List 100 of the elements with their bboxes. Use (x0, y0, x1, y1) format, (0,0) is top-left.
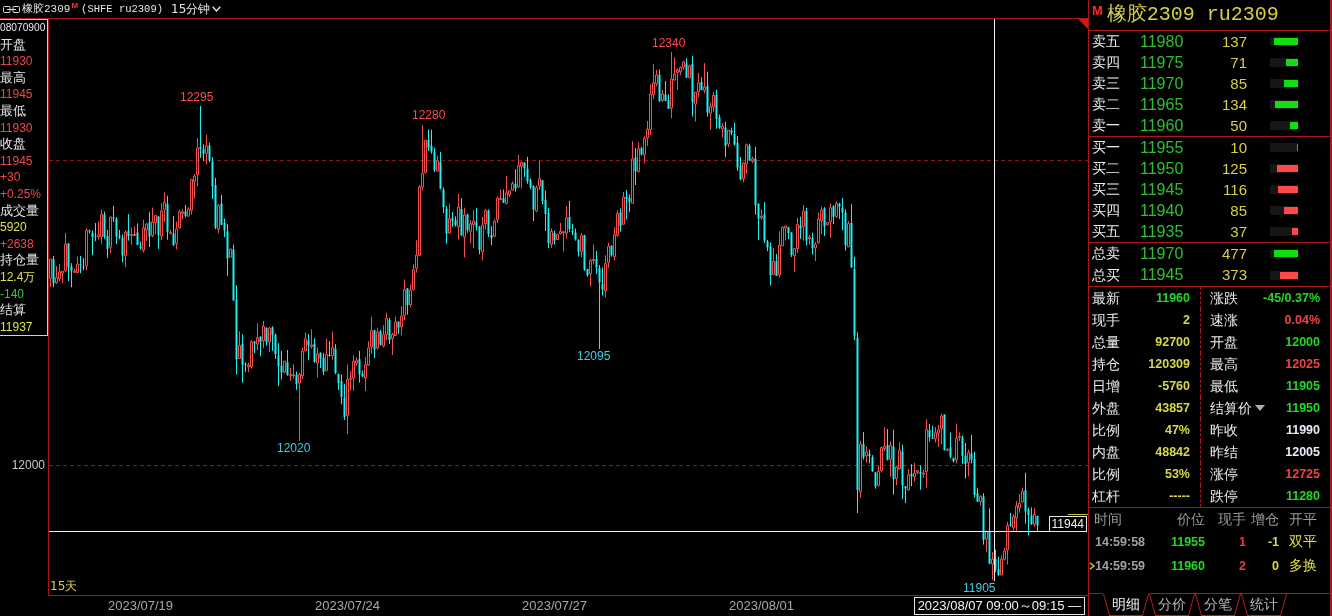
trade-time: 14:59:59 (1095, 559, 1146, 573)
stat-value: 120309 (1148, 356, 1190, 372)
date-label: 2023/07/27 (522, 598, 589, 614)
order-label: 买一 (1092, 139, 1120, 156)
order-price: 11950 (1140, 159, 1184, 178)
stat-label: 总量 (1092, 333, 1120, 351)
order-label: 卖四 (1092, 54, 1120, 71)
bar-time: 08070900 (0, 21, 46, 35)
stat-label: 结算价 (1210, 399, 1252, 417)
stat-label: 内盘 (1092, 443, 1120, 461)
order-price: 11975 (1140, 53, 1184, 72)
caret-down-icon[interactable] (1255, 405, 1265, 411)
trade-oi-change: -1 (1267, 535, 1279, 549)
trade-price: 11960 (1170, 559, 1205, 573)
order-label: 买二 (1092, 160, 1120, 177)
order-label: 总卖 (1092, 245, 1120, 263)
order-volume: 373 (1221, 266, 1247, 285)
column-header: 增仓 (1251, 510, 1279, 528)
stat-value: 12000 (1285, 334, 1320, 350)
order-volume: 50 (1230, 116, 1247, 135)
stat-value: 53% (1164, 466, 1190, 482)
order-label: 卖一 (1092, 117, 1120, 134)
info-label: 最低 (0, 102, 26, 120)
stat-label: 涨停 (1210, 465, 1238, 483)
period-dropdown[interactable]: 15分钟 (171, 2, 222, 16)
stat-label: 开盘 (1210, 333, 1238, 351)
info-value: -140 (0, 285, 25, 303)
order-volume: 71 (1230, 53, 1247, 72)
time-tag: 2023/08/07 09:00～09:15 — (913, 597, 1085, 615)
stat-value: 12005 (1285, 444, 1320, 460)
order-volume: 10 (1230, 138, 1247, 157)
stat-label: 跌停 (1210, 487, 1238, 505)
order-price: 11980 (1140, 32, 1184, 51)
stat-label: 最新 (1092, 289, 1120, 307)
stat-value: 47% (1164, 422, 1190, 438)
order-volume: 116 (1223, 180, 1247, 199)
panel-tab[interactable]: 分笔 (1195, 594, 1241, 616)
price-label: 12095 (577, 349, 611, 363)
info-value: 11945 (0, 86, 33, 103)
order-label: 卖二 (1092, 96, 1120, 113)
info-label: 最高 (0, 69, 26, 87)
stat-label: 杠杆 (1092, 487, 1120, 505)
price-label: 11905 (963, 581, 996, 595)
order-volume: 134 (1221, 95, 1247, 114)
date-label: 2023/08/01 (729, 598, 795, 614)
flag-label: M (1092, 4, 1103, 18)
trade-price: 11955 (1170, 535, 1205, 549)
stat-label: 外盘 (1092, 399, 1120, 417)
stat-value: 92700 (1155, 334, 1190, 350)
column-header: 时间 (1094, 510, 1122, 528)
order-price: 11960 (1140, 116, 1184, 135)
info-value: +0.25% (0, 185, 42, 203)
order-volume: 85 (1230, 201, 1247, 220)
panel-tab[interactable]: 统计 (1241, 594, 1287, 616)
info-label: 持仓量 (0, 252, 39, 269)
info-value: 11937 (0, 318, 33, 336)
stat-value: 2 (1183, 312, 1190, 328)
panel-tab[interactable]: 分价 (1149, 594, 1195, 616)
info-label: 成交量 (0, 202, 39, 220)
panel-tab[interactable]: 明细 (1103, 593, 1149, 616)
order-volume: 85 (1230, 74, 1247, 93)
chevron-down-icon (212, 6, 222, 12)
stat-value: 48842 (1155, 444, 1190, 460)
order-volume: 125 (1221, 159, 1247, 178)
info-label: 收盘 (0, 136, 26, 153)
order-label: 卖五 (1092, 33, 1120, 50)
stat-value: 11990 (1285, 422, 1320, 438)
order-price: 11935 (1140, 222, 1184, 241)
info-value: +2638 (0, 235, 34, 253)
order-price: 11955 (1140, 138, 1184, 157)
date-label: 2023/07/24 (315, 598, 382, 614)
order-label: 买四 (1092, 202, 1120, 219)
axis-label: 12000 (11, 458, 45, 472)
stat-value: 43857 (1155, 400, 1190, 416)
order-price: 11945 (1140, 266, 1184, 285)
link-icon[interactable] (3, 5, 20, 13)
stat-label: 日增 (1092, 377, 1120, 395)
contract-title: 橡胶2309 ru2309 (1106, 3, 1279, 27)
stat-value: 11950 (1285, 400, 1320, 416)
order-volume: 37 (1230, 222, 1247, 241)
price-label: 12280 (412, 108, 446, 122)
trade-type: 多换 (1289, 557, 1317, 575)
trade-volume: 2 (1239, 559, 1246, 573)
price-label: 12340 (652, 36, 686, 50)
order-volume: 137 (1221, 32, 1247, 51)
stat-value: 12025 (1285, 356, 1320, 372)
order-label: 卖三 (1092, 75, 1120, 92)
flag-label: M (71, 1, 79, 10)
date-label: 2023/07/19 (108, 598, 175, 614)
column-header: 现手 (1218, 510, 1246, 528)
info-value: 11945 (0, 152, 33, 170)
info-label: 结算 (0, 302, 26, 319)
order-price: 11945 (1140, 180, 1184, 199)
price-label: 12295 (180, 90, 214, 104)
stat-value: 11960 (1155, 290, 1190, 306)
info-value: 12.4万 (0, 268, 36, 286)
stat-value: 12725 (1285, 466, 1320, 482)
stat-label: 昨结 (1210, 443, 1238, 461)
stat-label: 比例 (1092, 465, 1120, 483)
stat-value: 11280 (1285, 488, 1320, 504)
